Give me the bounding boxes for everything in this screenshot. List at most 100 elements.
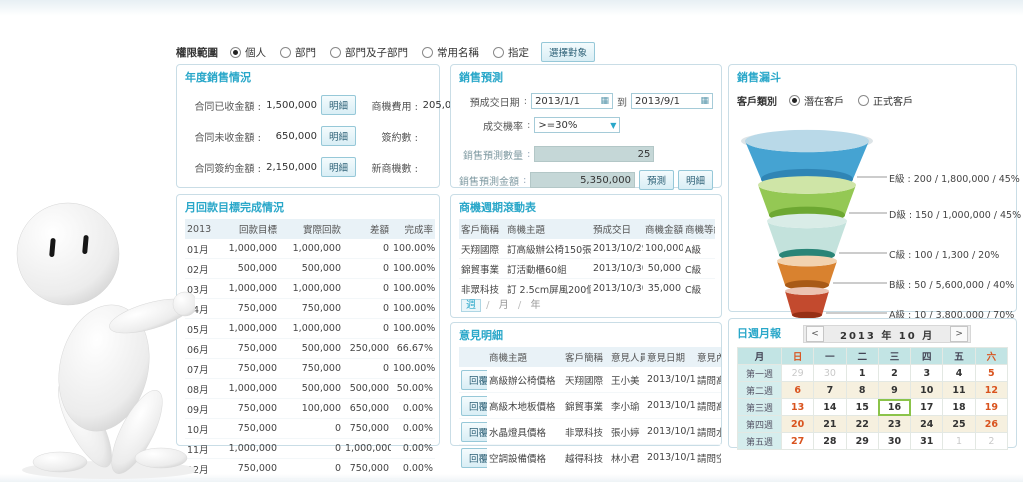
customer-category-option[interactable]: 潛在客戶 [789,93,844,108]
calendar-day[interactable]: 5 [975,365,1007,382]
predict-button[interactable]: 預測 [639,170,674,190]
calendar-week-row: 第三週13141516171819 [738,399,1008,416]
detail-button[interactable]: 明細 [321,126,356,146]
column-header: 客戶簡稱 [459,219,505,239]
customer-category-option[interactable]: 正式客戶 [858,93,913,108]
customer-category-radio-group: 潛在客戶正式客戶 [789,93,913,108]
calendar-day[interactable]: 14 [814,399,846,416]
calendar-day[interactable]: 19 [975,399,1007,416]
calendar-day[interactable]: 22 [846,416,878,433]
reply-button[interactable]: 回覆 [461,448,487,468]
permission-option[interactable]: 指定 [493,45,529,60]
calendar-day[interactable]: 30 [814,365,846,382]
calendar-day[interactable]: 30 [878,433,910,450]
monthly-target-table: 2013回款目標實際回款差額完成率 01月1,000,0001,000,0000… [185,219,435,482]
table-cell: 請問水 [695,419,721,445]
calendar-day[interactable]: 13 [782,399,814,416]
tab-separator: / [515,300,525,311]
calendar-day[interactable]: 4 [943,365,975,382]
table-cell: 750,000 [217,339,279,359]
week-label: 第五週 [738,433,782,450]
calendar-day[interactable]: 1 [846,365,878,382]
table-cell: 1,000,000 [279,239,343,259]
calendar-day[interactable]: 7 [814,382,846,399]
period-tabs: 週 / 月 / 年 [461,296,544,311]
prev-month-button[interactable]: < [806,326,824,342]
calendar-day[interactable]: 17 [911,399,943,416]
reply-button[interactable]: 回覆 [461,422,487,442]
select-target-button[interactable]: 選擇對象 [541,42,595,62]
permission-option[interactable]: 個人 [230,45,266,60]
column-header: 商機主題 [505,219,591,239]
monthly-target-title: 月回款目標完成情況 [185,201,431,215]
opinion-row: 回覆空調設備價格越得科技林小君2013/10/15請問空 [459,445,721,471]
monthly-table-header: 2013回款目標實際回款差額完成率 [185,219,435,239]
calendar-day[interactable]: 2 [975,433,1007,450]
column-header: 意見內 [695,347,721,367]
table-cell: 10,000,000 [217,479,279,482]
table-cell: 2013/10/15 [645,445,695,471]
reply-cell: 回覆 [459,445,487,471]
sales-forecast-title: 銷售預測 [459,71,713,85]
radio-label: 部門 [295,45,316,60]
calendar-picker-icon[interactable]: ▦ [700,97,709,106]
tab-2[interactable]: 月 [495,300,513,311]
calendar-day[interactable]: 18 [943,399,975,416]
calendar-day[interactable]: 26 [975,416,1007,433]
calendar-day[interactable]: 2 [878,365,910,382]
date-to-value: 2013/9/1 [635,96,680,107]
calendar-table: 月日一二三四五六 第一週293012345第二週6789101112第三週131… [737,347,1008,450]
column-header: 預成交日 [591,219,643,239]
tab-1[interactable]: 週 [461,299,481,312]
tab-3[interactable]: 年 [526,300,544,311]
table-cell: 1,000,000 [279,319,343,339]
calendar-day[interactable]: 9 [878,382,910,399]
calendar-day[interactable]: 6 [782,382,814,399]
forecast-detail-button[interactable]: 明細 [678,170,713,190]
calendar-day[interactable]: 21 [814,416,846,433]
calendar-day[interactable]: 29 [846,433,878,450]
calendar-day[interactable]: 11 [943,382,975,399]
metric-label: 新商機數 : [366,160,418,175]
permission-option[interactable]: 常用名稱 [422,45,479,60]
table-cell: 35,000 [643,279,683,299]
calendar-panel: 日週月報 < 2013 年 10 月 > 月日一二三四五六 第一週2930123… [728,318,1017,448]
next-month-button[interactable]: > [950,326,968,342]
permission-option[interactable]: 部門 [280,45,316,60]
probability-select[interactable]: >=30% ▼ [534,117,620,133]
reply-button[interactable]: 回覆 [461,370,487,390]
table-cell: 高級木地板價格 [487,393,563,419]
calendar-day[interactable]: 8 [846,382,878,399]
calendar-day[interactable]: 12 [975,382,1007,399]
calendar-day[interactable]: 3 [911,365,943,382]
table-cell: 0 [279,419,343,439]
calendar-day[interactable]: 23 [878,416,910,433]
date-from-input[interactable]: 2013/1/1 ▦ [531,93,613,109]
calendar-day[interactable]: 27 [782,433,814,450]
top-gradient-band [0,0,1023,16]
detail-button[interactable]: 明細 [321,95,356,115]
calendar-day[interactable]: 20 [782,416,814,433]
calendar-day[interactable]: 28 [814,433,846,450]
calendar-day[interactable]: 15 [846,399,878,416]
table-cell: 0.00% [391,399,435,419]
calendar-day-selected[interactable]: 16 [878,399,910,416]
monthly-row: 08月1,000,000500,000500,00050.00% [185,379,435,399]
calendar-day[interactable]: 24 [911,416,943,433]
calendar-col-header: 月 [738,348,782,365]
table-cell: 100.00% [391,299,435,319]
calendar-col-header: 三 [878,348,910,365]
calendar-day[interactable]: 1 [943,433,975,450]
calendar-day[interactable]: 31 [911,433,943,450]
calendar-picker-icon[interactable]: ▦ [601,97,610,106]
detail-button[interactable]: 明細 [321,157,356,177]
dashboard: 權限範圍 個人部門部門及子部門常用名稱指定 選擇對象 年度銷售情況 合同已收金額… [0,0,1023,482]
calendar-day[interactable]: 29 [782,365,814,382]
permission-option[interactable]: 部門及子部門 [330,45,408,60]
calendar-day[interactable]: 25 [943,416,975,433]
date-to-input[interactable]: 2013/9/1 ▦ [631,93,713,109]
calendar-day[interactable]: 10 [911,382,943,399]
reply-button[interactable]: 回覆 [461,396,487,416]
table-cell: 100,000 [279,399,343,419]
monthly-row: 03月1,000,0001,000,0000100.00% [185,279,435,299]
